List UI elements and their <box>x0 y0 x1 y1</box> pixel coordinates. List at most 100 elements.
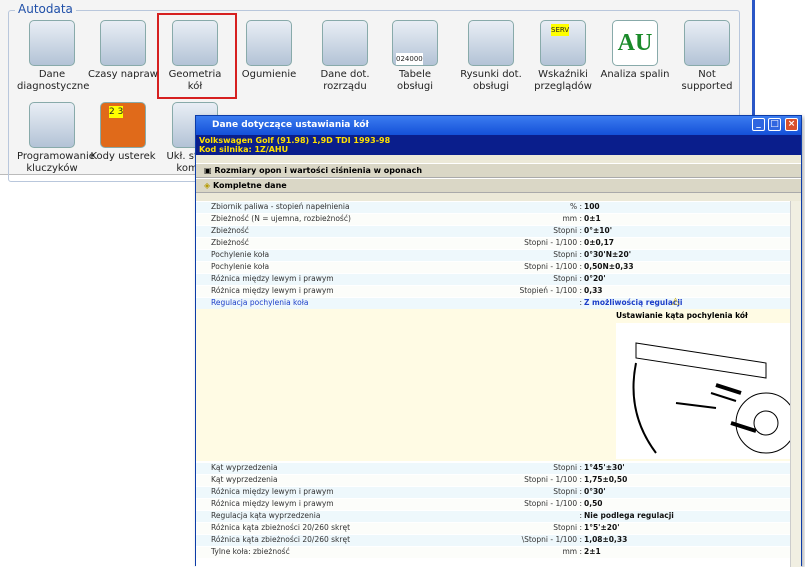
exhaust-analysis-icon: AU <box>612 20 658 66</box>
row-unit: Stopni : <box>553 226 582 235</box>
dialog-title: Dane dotyczące ustawiania kół <box>212 120 369 130</box>
tile-repair-times[interactable]: Czasy napraw <box>88 20 158 81</box>
repair-times-icon <box>100 20 146 66</box>
row-value: Nie podlega regulacji <box>584 511 674 520</box>
service-indicators-icon: SERV <box>540 20 586 66</box>
not-supported-icon <box>684 20 730 66</box>
row-label: Różnica kąta zbieżności 20/260 skręt <box>211 535 351 544</box>
section-complete-data[interactable]: ◈ Kompletne dane <box>196 178 801 193</box>
row-value: 0°20' <box>584 274 606 283</box>
row-value: 1°45'±30' <box>584 463 625 472</box>
row-unit: Stopień - 1/100 : <box>519 286 582 295</box>
row-label: Regulacja pochylenia koła <box>211 298 309 307</box>
close-icon[interactable]: × <box>785 118 798 131</box>
row-unit: Stopni : <box>553 523 582 532</box>
table-row: Pochylenie koła Stopni - 1/100 :0,50N±0,3… <box>196 262 792 273</box>
tile-service-indicators[interactable]: SERV Wskaźniki przeglądów <box>528 20 598 93</box>
row-value: 0°±10' <box>584 226 612 235</box>
table-row: Zbieżność (N = ujemna, rozbieżność) mm :0… <box>196 214 792 225</box>
row-unit: Stopni - 1/100 : <box>524 238 582 247</box>
row-label: Pochylenie koła <box>211 262 270 271</box>
row-value: 0,50 <box>584 499 603 508</box>
row-value: 0,50N±0,33 <box>584 262 634 271</box>
tile-service-drawings[interactable]: Rysunki dot. obsługi <box>456 20 526 93</box>
table-row: Różnica między lewym i prawym Stopni :0°3… <box>196 487 792 498</box>
timing-icon <box>322 20 368 66</box>
row-unit: % : <box>569 202 582 211</box>
table-row: Różnica między lewym i prawym Stopni - 1/… <box>196 499 792 510</box>
tile-label: Dane diagnostyczne <box>17 69 90 92</box>
tile-fault-codes[interactable]: 2 3 Kody usterek <box>88 102 158 163</box>
row-value: Z możliwością regulacji <box>584 298 683 307</box>
row-value: 0°30' <box>584 487 606 496</box>
table-row: Regulacja pochylenia koła: Z możliwością … <box>196 297 792 309</box>
codes-badge: 2 3 <box>109 106 124 118</box>
vehicle-info: Volkswagen Golf (91.98) 1,9D TDI 1993-98… <box>196 135 801 155</box>
tile-label: Not supported <box>681 69 733 92</box>
tile-label: Czasy napraw <box>88 69 158 80</box>
tile-wheel-alignment[interactable]: Geometria kół <box>160 20 230 93</box>
tile-tyres[interactable]: Ogumienie <box>234 20 304 81</box>
table-row: Zbiornik paliwa - stopień napełnienia % :… <box>196 202 792 213</box>
table-row: Pochylenie koła Stopni :0°30'N±20' <box>196 250 792 261</box>
row-unit: Stopni : <box>553 463 582 472</box>
data-table: Ustawianie kąta pochylenia kół Zbiornik … <box>196 201 792 567</box>
row-label: Różnica między lewym i prawym <box>211 274 334 283</box>
maximize-icon[interactable]: □ <box>768 118 781 131</box>
tile-label: Rysunki dot. obsługi <box>460 69 522 92</box>
group-title: Autodata <box>15 2 76 16</box>
minimize-icon[interactable]: _ <box>752 118 765 131</box>
table-row: Różnica między lewym i prawym Stopni :0°2… <box>196 274 792 285</box>
tile-label: Tabele obsługi <box>397 69 433 92</box>
row-value: 0,33 <box>584 286 603 295</box>
fault-codes-icon: 2 3 <box>100 102 146 148</box>
row-unit: mm : <box>562 547 582 556</box>
tile-diagnostics[interactable]: Dane diagnostyczne <box>17 20 90 93</box>
row-value: 100 <box>584 202 600 211</box>
table-row: Różnica kąta zbieżności 20/260 skręt \Sto… <box>196 535 792 546</box>
table-row: Różnica między lewym i prawym Stopień - 1… <box>196 286 792 297</box>
tyres-icon <box>246 20 292 66</box>
engine-code: Kod silnika: 1Z/AHU <box>199 145 289 154</box>
key-programming-icon <box>29 102 75 148</box>
wheel-alignment-icon <box>172 20 218 66</box>
row-value: 1,08±0,33 <box>584 535 628 544</box>
row-label: Różnica kąta zbieżności 20/260 skręt <box>211 523 351 532</box>
tile-timing[interactable]: Dane dot. rozrządu <box>310 20 380 93</box>
camber-diagram: Ustawianie kąta pochylenia kół <box>196 309 792 461</box>
tile-exhaust-analysis[interactable]: AU Analiza spalin <box>600 20 670 81</box>
row-label: Zbieżność <box>211 226 249 235</box>
wheel-alignment-dialog: Dane dotyczące ustawiania kół _ □ × Volk… <box>195 115 802 567</box>
serv-badge: SERV <box>551 24 570 36</box>
section-tyres[interactable]: ▣ Rozmiary opon i wartości ciśnienia w o… <box>196 163 801 178</box>
row-value: 0±0,17 <box>584 238 615 247</box>
table-row: Zbieżność Stopni - 1/100 :0±0,17 <box>196 238 792 249</box>
scrollbar[interactable] <box>790 201 801 567</box>
row-unit: Stopni - 1/100 : <box>524 475 582 484</box>
tile-key-programming[interactable]: Programowanie kluczyków <box>17 102 95 175</box>
tile-service-tables[interactable]: 024000 Tabele obsługi <box>380 20 450 93</box>
row-unit: Stopni : <box>553 487 582 496</box>
tile-label: Programowanie kluczyków <box>17 151 95 174</box>
arrow-icon: ◈ <box>204 181 213 190</box>
row-label: Pochylenie koła <box>211 250 270 259</box>
row-label: Tylne koła: zbieżność <box>211 547 290 556</box>
service-tables-icon: 024000 <box>392 20 438 66</box>
table-row: Tylne koła: zbieżność mm :2±1 <box>196 547 792 558</box>
row-label: Kąt wyprzedzenia <box>211 475 278 484</box>
row-unit: Stopni : <box>553 250 582 259</box>
row-unit: : <box>579 511 582 520</box>
table-row: Różnica kąta zbieżności 20/260 skręt Stop… <box>196 523 792 534</box>
row-unit: \Stopni - 1/100 : <box>521 535 582 544</box>
au-badge: AU <box>617 30 653 56</box>
row-label: Różnica między lewym i prawym <box>211 487 334 496</box>
tile-label: Dane dot. rozrządu <box>320 69 370 92</box>
row-label: Różnica między lewym i prawym <box>211 286 334 295</box>
table-row: Zbieżność Stopni :0°±10' <box>196 226 792 237</box>
tile-label: Kody usterek <box>90 151 156 162</box>
row-label: Zbieżność <box>211 238 249 247</box>
tile-not-supported[interactable]: Not supported <box>672 20 742 93</box>
service-drawings-icon <box>468 20 514 66</box>
diagnostics-icon <box>29 20 75 66</box>
row-label: Zbieżność (N = ujemna, rozbieżność) <box>211 214 351 223</box>
